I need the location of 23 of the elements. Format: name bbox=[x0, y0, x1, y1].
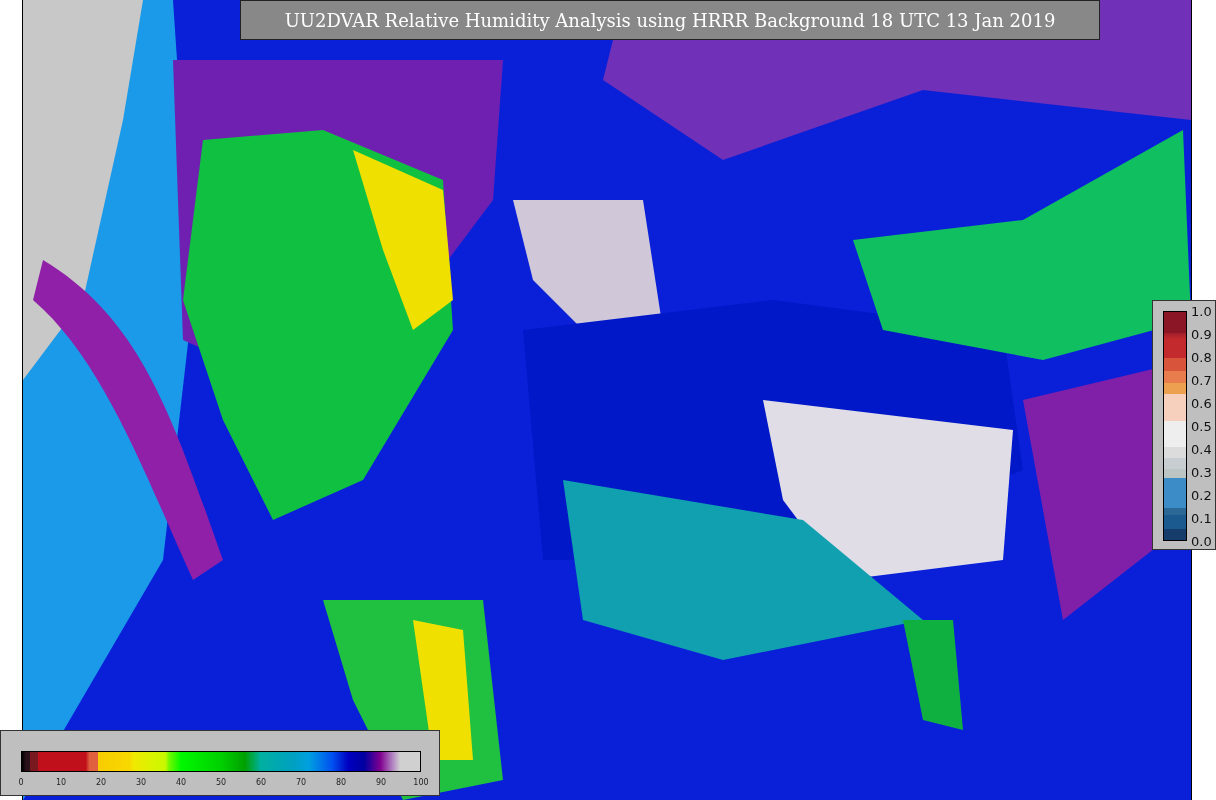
tick-label: 0.0 bbox=[1191, 533, 1212, 549]
tick-label: 20 bbox=[95, 778, 107, 787]
tick-label: 10 bbox=[55, 778, 67, 787]
tick-label: 0 bbox=[18, 778, 24, 787]
tick-label: 0.9 bbox=[1191, 326, 1212, 342]
tick-label: 1.0 bbox=[1191, 303, 1212, 319]
tick-label: 0.4 bbox=[1191, 441, 1212, 457]
tick-label: 50 bbox=[215, 778, 227, 787]
tick-label: 0.2 bbox=[1191, 487, 1212, 503]
tick-label: 40 bbox=[175, 778, 187, 787]
tick-label: 90 bbox=[375, 778, 387, 787]
tick-label: 80 bbox=[335, 778, 347, 787]
map-title: UU2DVAR Relative Humidity Analysis using HRRR Background 18 UTC 13 Jan 2019 bbox=[240, 0, 1100, 40]
tick-label: 70 bbox=[295, 778, 307, 787]
tick-label: 0.6 bbox=[1191, 395, 1212, 411]
tick-label: 60 bbox=[255, 778, 267, 787]
tick-label: 30 bbox=[135, 778, 147, 787]
tick-label: 100 bbox=[413, 778, 429, 787]
tick-label: 0.3 bbox=[1191, 464, 1212, 480]
tick-label: 0.5 bbox=[1191, 418, 1212, 434]
tick-label: 0.8 bbox=[1191, 349, 1212, 365]
tick-label: 0.7 bbox=[1191, 372, 1212, 388]
tick-label: 0.1 bbox=[1191, 510, 1212, 526]
